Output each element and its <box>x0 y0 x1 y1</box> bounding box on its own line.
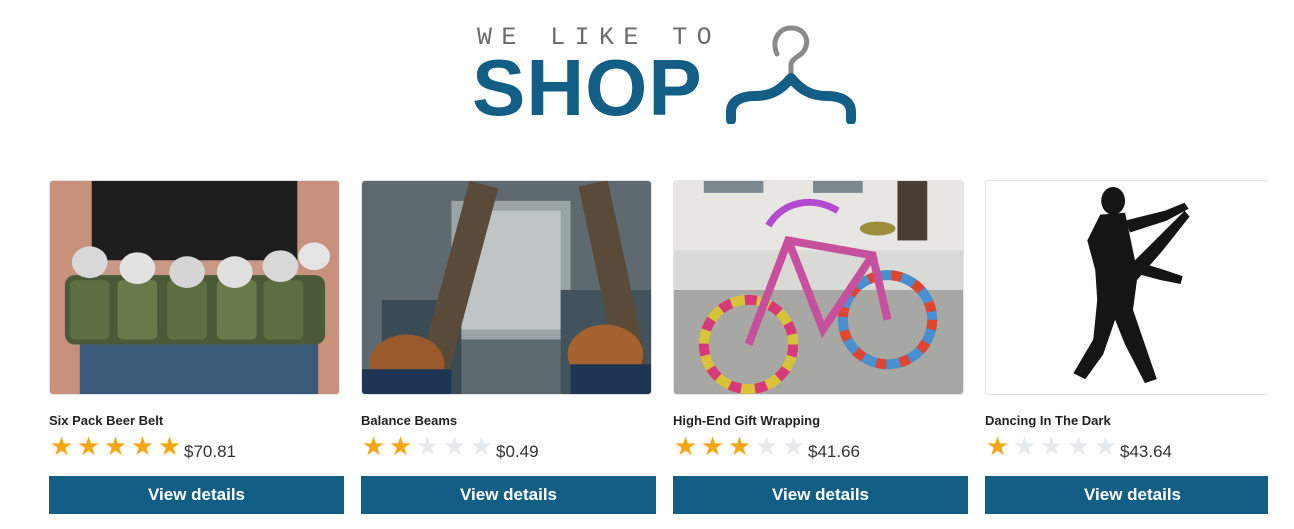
product-price: $41.66 <box>808 442 860 461</box>
product-price: $43.64 <box>1120 442 1172 461</box>
view-details-button[interactable]: View details <box>673 476 968 514</box>
star-rating: ★ ★ ★ ★ ★ <box>360 434 495 460</box>
product-card: Balance Beams ★ ★ ★ ★ ★ $0.49 View details <box>360 180 656 520</box>
product-grid: Six Pack Beer Belt ★ ★ ★ ★ ★ $70.81 View det… <box>48 180 1268 529</box>
star-icon: ★ <box>415 432 440 462</box>
gift-wrapped-bicycle-photo <box>674 181 963 394</box>
star-icon: ★ <box>157 432 182 462</box>
hanger-icon <box>726 25 856 124</box>
gift-wrapped-bicycle-image[interactable] <box>673 180 964 395</box>
star-icon: ★ <box>1012 432 1037 462</box>
star-icon: ★ <box>985 432 1010 462</box>
product-title[interactable]: Six Pack Beer Belt <box>49 413 163 428</box>
star-icon: ★ <box>103 432 128 462</box>
star-icon: ★ <box>700 432 725 462</box>
star-icon: ★ <box>361 432 386 462</box>
product-title[interactable]: Dancing In The Dark <box>985 413 1111 428</box>
star-icon: ★ <box>1039 432 1064 462</box>
star-icon: ★ <box>388 432 413 462</box>
star-rating: ★ ★ ★ ★ ★ <box>984 434 1119 460</box>
star-icon: ★ <box>1066 432 1091 462</box>
star-icon: ★ <box>781 432 806 462</box>
star-icon: ★ <box>673 432 698 462</box>
star-icon: ★ <box>727 432 752 462</box>
view-details-button[interactable]: View details <box>361 476 656 514</box>
dancing-silhouette-photo <box>986 181 1268 394</box>
product-price: $70.81 <box>184 442 236 461</box>
product-card: Dancing In The Dark ★ ★ ★ ★ ★ $43.64 View de… <box>984 180 1268 520</box>
beer-belt-photo <box>50 181 339 394</box>
beer-belt-image[interactable] <box>49 180 340 395</box>
view-details-button[interactable]: View details <box>49 476 344 514</box>
product-card: Six Pack Beer Belt ★ ★ ★ ★ ★ $70.81 View det… <box>48 180 344 520</box>
balance-beams-photo <box>362 181 651 394</box>
product-card: High-End Gift Wrapping ★ ★ ★ ★ ★ $41.66 View… <box>672 180 968 520</box>
star-icon: ★ <box>469 432 494 462</box>
star-icon: ★ <box>76 432 101 462</box>
star-icon: ★ <box>130 432 155 462</box>
star-rating: ★ ★ ★ ★ ★ <box>672 434 807 460</box>
shop-logo[interactable]: WE LIKE TO SHOP <box>472 18 862 128</box>
star-icon: ★ <box>49 432 74 462</box>
product-price: $0.49 <box>496 442 539 461</box>
view-details-button[interactable]: View details <box>985 476 1268 514</box>
star-rating: ★ ★ ★ ★ ★ <box>48 434 183 460</box>
logo-wordmark: SHOP <box>472 43 703 132</box>
star-icon: ★ <box>1093 432 1118 462</box>
shop-page: WE LIKE TO SHOP Six Pack Beer Belt ★ ★ ★… <box>0 0 1294 529</box>
product-title[interactable]: High-End Gift Wrapping <box>673 413 820 428</box>
dancing-silhouette-image[interactable] <box>985 180 1268 395</box>
balance-beams-image[interactable] <box>361 180 652 395</box>
star-icon: ★ <box>442 432 467 462</box>
star-icon: ★ <box>754 432 779 462</box>
product-title[interactable]: Balance Beams <box>361 413 457 428</box>
